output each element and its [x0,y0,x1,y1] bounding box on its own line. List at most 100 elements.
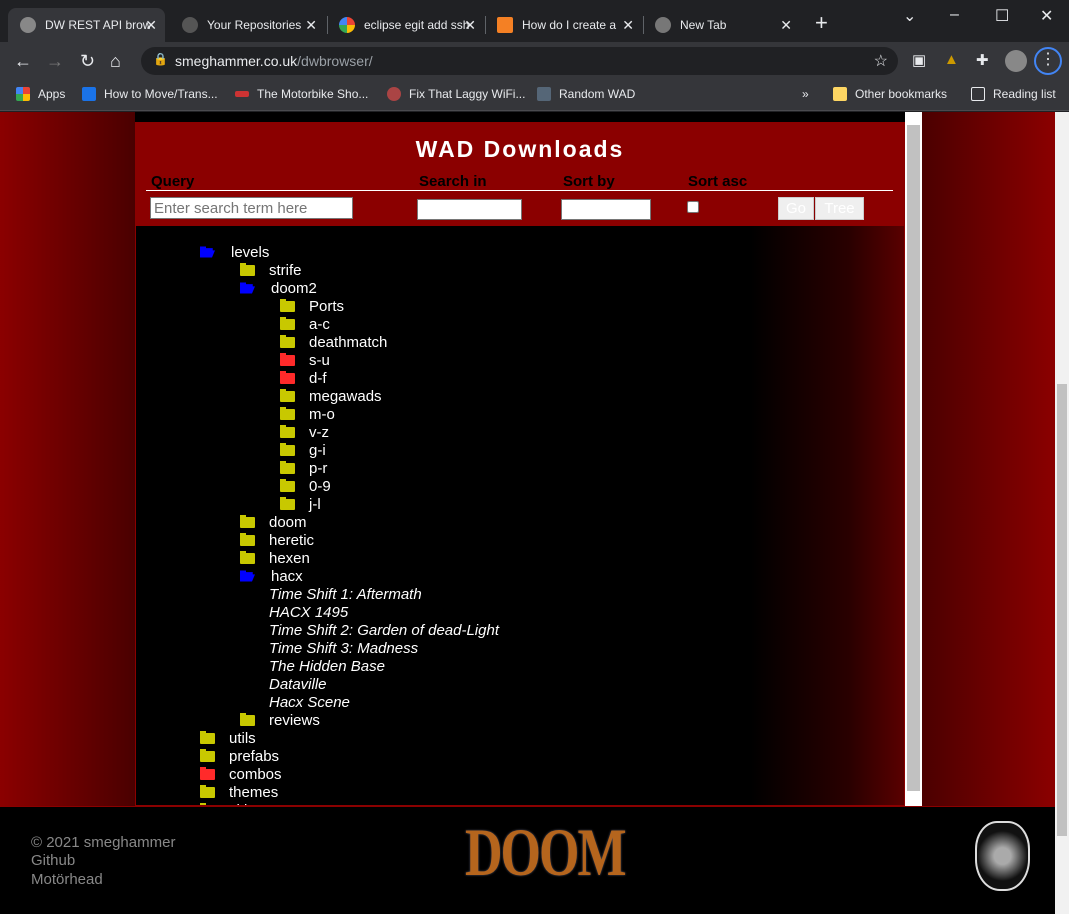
tree-folder-megawads[interactable]: megawads [280,387,382,405]
tab-eclipse[interactable]: eclipse egit add ssh ✕ [327,8,484,42]
tab-title: New Tab [680,18,727,32]
tree-folder-a-c[interactable]: a-c [280,315,330,333]
tree-folder-doom2[interactable]: doom2 [240,279,317,297]
tab-new[interactable]: New Tab ✕ [643,8,800,42]
tree-folder-strife[interactable]: strife [240,261,302,279]
folder-icon [200,748,215,762]
close-icon[interactable]: ✕ [305,17,317,34]
wad-file-link[interactable]: Hacx Scene [269,693,350,711]
motorhead-logo [975,821,1030,891]
tree-folder-doom[interactable]: doom [240,513,307,531]
tree-folder-0-9[interactable]: 0-9 [280,477,331,495]
bookmark-item[interactable]: Fix That Laggy WiFi... [387,87,525,101]
tree-folder-prefabs[interactable]: prefabs [200,747,279,765]
wad-file-link[interactable]: Dataville [269,675,327,693]
bookmark-item[interactable]: Random WAD [537,87,635,101]
tab-repositories[interactable]: Your Repositories ✕ [170,8,325,42]
tree-label: Time Shift 3: Madness [269,639,419,657]
tree-folder-levels[interactable]: levels [200,243,269,261]
tree-label: doom2 [271,279,317,297]
tree-folder-p-r[interactable]: p-r [280,459,327,477]
extension-icon[interactable]: ▣ [912,51,926,69]
copyright: © 2021 smeghammer [31,834,176,851]
bookmark-star-icon[interactable]: ☆ [874,51,888,71]
wad-file-link[interactable]: HACX 1495 [269,603,348,621]
wad-file-link[interactable]: The Hidden Base [269,657,385,675]
folder-icon [833,87,847,101]
tree-folder-combos[interactable]: combos [200,765,282,783]
scrollbar-thumb[interactable] [907,125,920,791]
reading-list[interactable]: Reading list [971,87,1056,101]
tree-folder-m-o[interactable]: m-o [280,405,335,423]
new-tab-button[interactable]: + [815,10,828,36]
reload-button[interactable]: ↻ [80,51,95,72]
close-icon[interactable]: ✕ [622,17,634,34]
bookmark-item[interactable]: How to Move/Trans... [82,87,218,101]
close-icon[interactable]: ✕ [780,17,792,34]
tree-label: 0-9 [309,477,331,495]
more-bookmarks-icon[interactable]: » [802,87,809,101]
panel-scrollbar[interactable] [905,112,922,806]
tree-button[interactable]: Tree [815,197,864,220]
extension-icon[interactable]: ▲ [944,51,959,68]
divider [146,190,893,191]
tree-folder-deathmatch[interactable]: deathmatch [280,333,387,351]
tree-label: themes [229,783,279,801]
go-button[interactable]: Go [778,197,814,220]
tab-dw-browser[interactable]: DW REST API browser✕ [8,8,165,42]
page-scrollbar[interactable] [1055,112,1069,914]
sort-by-select[interactable] [561,199,651,220]
back-button[interactable]: ← [14,51,32,72]
motorhead-link[interactable]: Motörhead [31,871,103,888]
tree-label: j-l [309,495,321,513]
close-window-button[interactable]: ✕ [1040,6,1053,26]
tree-folder-v-z[interactable]: v-z [280,423,329,441]
tree-folder-s-u[interactable]: s-u [280,351,330,369]
scrollbar-thumb[interactable] [1057,384,1067,836]
wad-file-link[interactable]: Time Shift 3: Madness [269,639,418,657]
tree-folder-g-i[interactable]: g-i [280,441,326,459]
folder-icon [280,352,295,366]
close-icon[interactable]: ✕ [464,17,476,34]
address-bar[interactable]: 🔒 smeghammer.co.uk/dwbrowser/ ☆ [141,47,898,75]
search-in-select[interactable] [417,199,522,220]
tab-search-icon[interactable]: ⌄ [903,6,916,26]
apps-grid-icon [16,87,30,101]
folder-open-icon [240,570,255,582]
close-icon[interactable]: ✕ [145,17,157,34]
folder-icon [280,334,295,348]
forward-button[interactable]: → [46,51,64,72]
tab-bar: DW REST API browser✕ Your Repositories✕ … [0,0,1069,42]
tree-folder-hacx[interactable]: hacx [240,567,303,585]
bookmark-item[interactable]: The Motorbike Sho... [235,87,368,101]
tab-stackoverflow[interactable]: How do I create a ✕ [485,8,642,42]
tree-folder-reviews[interactable]: reviews [240,711,320,729]
wad-file-link[interactable]: Time Shift 1: Aftermath [269,585,422,603]
tree-folder-Ports[interactable]: Ports [280,297,344,315]
tree-label: deathmatch [309,333,388,351]
menu-icon[interactable]: ⋮ [1034,47,1062,75]
tree-folder-hexen[interactable]: hexen [240,549,310,567]
lock-icon: 🔒 [153,52,168,66]
tree-folder-j-l[interactable]: j-l [280,495,321,513]
google-icon [339,17,355,33]
maximize-button[interactable]: ☐ [995,6,1009,26]
stackoverflow-icon [497,17,513,33]
folder-icon [240,712,255,726]
tree-folder-heretic[interactable]: heretic [240,531,314,549]
tree-folder-themes[interactable]: themes [200,783,278,801]
wad-file-link[interactable]: Time Shift 2: Garden of dead-Light [269,621,499,639]
other-bookmarks[interactable]: Other bookmarks [833,87,947,101]
minimize-button[interactable]: – [950,6,959,24]
sort-asc-checkbox[interactable] [687,201,699,213]
bookmark-apps[interactable]: Apps [16,87,65,101]
tree-folder-utils[interactable]: utils [200,729,256,747]
tree-folder-d-f[interactable]: d-f [280,369,327,387]
home-button[interactable]: ⌂ [110,51,121,72]
sort-asc-label: Sort asc [688,173,748,190]
puzzle-icon[interactable]: ✚ [976,51,989,69]
query-input[interactable] [150,197,353,219]
url-path: /dwbrowser/ [297,53,373,69]
profile-avatar[interactable] [1005,50,1027,72]
github-link[interactable]: Github [31,852,75,869]
